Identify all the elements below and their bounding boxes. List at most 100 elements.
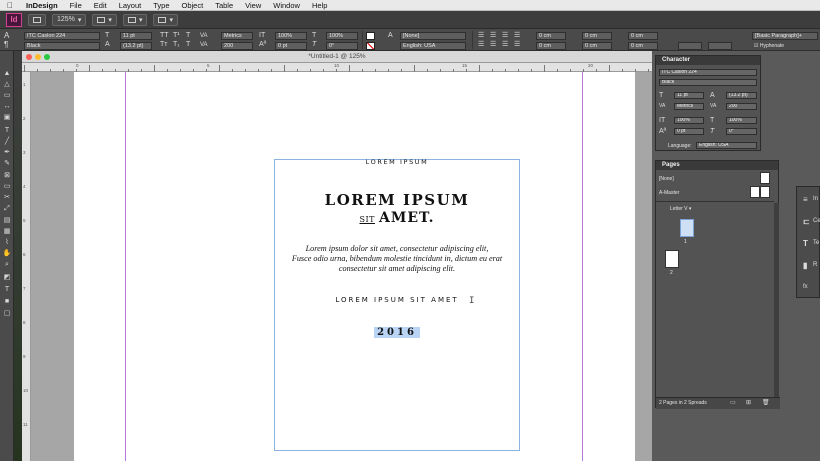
last-line-indent-field[interactable]: 0 cm <box>582 42 612 50</box>
vertical-scale-field[interactable]: 100% <box>275 32 307 40</box>
page-tool[interactable]: ▭ <box>1 91 13 101</box>
justify-all-button[interactable]: ☰ <box>514 41 520 49</box>
drop-cap-chars-field[interactable] <box>708 42 732 50</box>
gradient-swatch-tool[interactable]: ▤ <box>1 216 13 226</box>
vertical-ruler[interactable]: 1 2 3 4 5 6 7 8 9 10 11 <box>22 72 31 461</box>
edit-page-size-icon[interactable]: ▭ <box>730 400 736 407</box>
menu-window[interactable]: Window <box>267 1 306 10</box>
page-2-thumbnail[interactable] <box>665 250 679 268</box>
cell-styles-icon[interactable]: ⊏ <box>803 217 810 226</box>
pencil-tool[interactable]: ✎ <box>1 159 13 169</box>
pasteboard[interactable]: LOREM IPSUM LOREM IPSUM SIT AMET. Lorem i… <box>31 72 652 461</box>
skew-field[interactable]: 0° <box>326 42 358 50</box>
document-page[interactable]: LOREM IPSUM LOREM IPSUM SIT AMET. Lorem i… <box>74 72 635 461</box>
view-options-button[interactable]: ▾ <box>92 13 117 26</box>
direct-selection-tool[interactable]: △ <box>1 80 13 90</box>
character-tracking[interactable]: 200 <box>726 103 757 110</box>
line-tool[interactable]: ╱ <box>1 137 13 147</box>
formatting-affects-text-button[interactable]: T <box>1 285 13 295</box>
justify-button[interactable]: ☰ <box>514 32 520 40</box>
menu-table[interactable]: Table <box>209 1 239 10</box>
text-frame[interactable]: LOREM IPSUM LOREM IPSUM SIT AMET. Lorem i… <box>274 158 520 451</box>
text-fill-swatch[interactable] <box>366 32 375 40</box>
screen-mode-button[interactable]: ▾ <box>122 13 148 26</box>
info-panel-icon[interactable]: ≡ <box>803 195 808 204</box>
new-page-icon[interactable]: ⊞ <box>746 400 751 407</box>
font-size-field[interactable]: 11 pt <box>120 32 152 40</box>
horizontal-scale-field[interactable]: 100% <box>326 32 358 40</box>
subtitle-text[interactable]: LOREM IPSUM SIT AMET <box>275 296 519 304</box>
character-size[interactable]: 11 pt <box>674 92 704 99</box>
character-mode-icon[interactable]: A <box>4 32 9 40</box>
space-after-field[interactable]: 0 cm <box>628 42 658 50</box>
fill-stroke-swatch[interactable]: ◩ <box>1 273 13 283</box>
page-1-thumbnail[interactable] <box>680 219 694 237</box>
title-line-2[interactable]: SIT AMET. <box>275 210 519 226</box>
font-style-field[interactable]: Black <box>24 42 100 50</box>
character-skew[interactable]: 0° <box>726 128 757 135</box>
tracking-field[interactable]: 200 <box>221 42 253 50</box>
left-indent-field[interactable]: 0 cm <box>536 32 566 40</box>
none-master-thumbnail[interactable] <box>760 172 770 184</box>
arrange-documents-button[interactable]: ▾ <box>153 13 178 26</box>
eyedropper-tool[interactable]: ⌇ <box>1 238 13 248</box>
small-caps-button[interactable]: Tᴛ <box>160 41 167 49</box>
menu-file[interactable]: File <box>64 1 88 10</box>
justify-center-button[interactable]: ☰ <box>490 41 496 49</box>
underline-button[interactable]: T <box>186 32 190 40</box>
character-leading[interactable]: (13.2 pt) <box>726 92 757 99</box>
font-family-field[interactable]: ITC Caslon 224 <box>24 32 100 40</box>
align-left-button[interactable]: ☰ <box>478 32 484 40</box>
body-line-2[interactable]: Fusce odio urna, bibendum molestie tinci… <box>275 254 519 263</box>
leading-field[interactable]: (13.2 pt) <box>120 42 152 50</box>
space-before-field[interactable]: 0 cm <box>628 32 658 40</box>
close-window-button[interactable] <box>26 54 32 60</box>
character-baseline[interactable]: 0 pt <box>674 128 704 135</box>
minimize-window-button[interactable] <box>35 54 41 60</box>
note-tool[interactable]: ▦ <box>1 227 13 237</box>
align-right-button[interactable]: ☰ <box>502 32 508 40</box>
apple-icon[interactable]:  <box>0 1 20 10</box>
language-field[interactable]: English: USA <box>400 42 466 50</box>
a-master-thumbnail-left[interactable] <box>750 186 760 198</box>
body-line-3[interactable]: consectetur sit amet adipiscing elit. <box>275 264 519 273</box>
pages-scrollbar[interactable] <box>774 203 779 398</box>
menu-help[interactable]: Help <box>306 1 333 10</box>
drop-cap-lines-field[interactable] <box>678 42 702 50</box>
pen-tool[interactable]: ✒ <box>1 148 13 158</box>
selection-tool[interactable]: ▲ <box>1 69 13 79</box>
paragraph-mode-icon[interactable]: ¶ <box>4 41 8 49</box>
align-center-button[interactable]: ☰ <box>490 32 496 40</box>
hyphenate-checkbox[interactable]: ☑ Hyphenate <box>754 43 784 49</box>
title-line-1[interactable]: LOREM IPSUM <box>275 191 519 209</box>
horizontal-ruler[interactable]: 0 5 10 15 20 <box>22 63 652 72</box>
type-tool[interactable]: T <box>1 126 13 136</box>
body-line-1[interactable]: Lorem ipsum dolor sit amet, consectetur … <box>275 244 519 253</box>
superscript-button[interactable]: T¹ <box>173 32 180 40</box>
apply-color-button[interactable]: ■ <box>1 297 13 307</box>
rectangle-frame-tool[interactable]: ⊠ <box>1 171 13 181</box>
page-size-dropdown[interactable]: Letter V ▾ <box>670 206 691 212</box>
zoom-level-dropdown[interactable]: 125% ▾ <box>52 13 87 26</box>
rectangle-tool[interactable]: ▭ <box>1 182 13 192</box>
text-stroke-swatch[interactable] <box>366 42 375 50</box>
hand-tool[interactable]: ✋ <box>1 249 13 259</box>
character-hscale[interactable]: 100% <box>726 117 757 124</box>
menu-layout[interactable]: Layout <box>113 1 148 10</box>
character-language[interactable]: English: USA <box>696 142 757 149</box>
paragraph-style-field[interactable]: [Basic Paragraph]+ <box>752 32 818 40</box>
scissors-tool[interactable]: ✂ <box>1 193 13 203</box>
character-kerning[interactable]: Metrics <box>674 103 704 110</box>
gap-tool[interactable]: ↔ <box>1 102 13 112</box>
menu-type[interactable]: Type <box>147 1 175 10</box>
strikethrough-button[interactable]: T <box>186 41 190 49</box>
justify-left-button[interactable]: ☰ <box>478 41 484 49</box>
menu-edit[interactable]: Edit <box>88 1 113 10</box>
content-collector-tool[interactable]: ▣ <box>1 113 13 123</box>
bridge-button[interactable] <box>28 13 46 26</box>
header-text[interactable]: LOREM IPSUM <box>275 158 519 166</box>
first-line-indent-field[interactable]: 0 cm <box>536 42 566 50</box>
subscript-button[interactable]: T₁ <box>173 41 180 49</box>
screen-mode-tool[interactable]: ▢ <box>1 309 13 319</box>
all-caps-button[interactable]: TT <box>160 32 169 40</box>
